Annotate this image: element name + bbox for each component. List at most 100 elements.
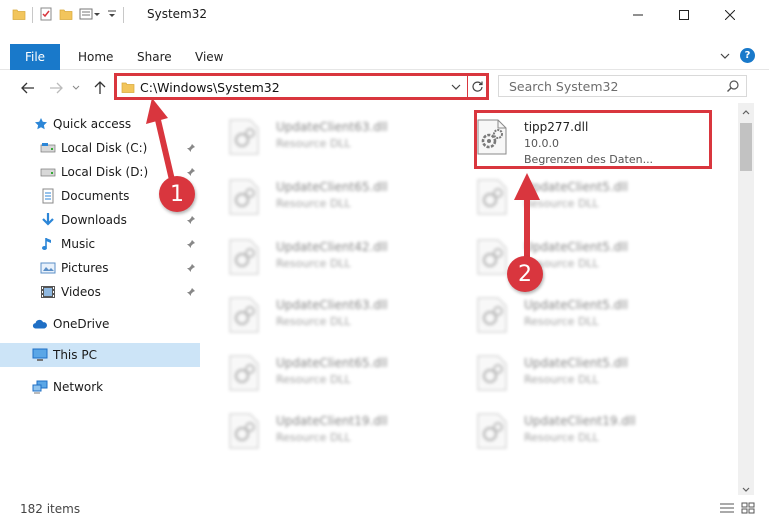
pin-icon[interactable] xyxy=(186,262,196,276)
file-highlight-box xyxy=(474,110,712,169)
file-type: Resource DLL xyxy=(276,137,351,150)
folder-icon xyxy=(12,7,26,24)
search-icon[interactable] xyxy=(726,79,740,96)
scroll-down-icon[interactable] xyxy=(741,485,751,495)
file-tile[interactable]: UpdateClient5.dll Resource DLL xyxy=(468,347,704,403)
documents-icon xyxy=(40,188,56,204)
file-tile[interactable]: UpdateClient63.dll Resource DLL xyxy=(220,111,456,167)
file-tile[interactable]: UpdateClient19.dll Resource DLL xyxy=(468,405,704,461)
file-type: Resource DLL xyxy=(276,257,351,270)
scroll-up-icon[interactable] xyxy=(741,107,751,117)
sidebar-item-label: This PC xyxy=(53,348,97,362)
network-icon xyxy=(32,379,48,395)
file-name: UpdateClient42.dll xyxy=(276,240,388,254)
pin-icon[interactable] xyxy=(186,214,196,228)
large-icons-view-icon[interactable] xyxy=(741,502,755,517)
dll-file-icon xyxy=(229,297,259,333)
file-tile[interactable]: UpdateClient5.dll Resource DLL xyxy=(468,231,704,287)
navigation-pane: Quick access Local Disk (C:) Local Disk … xyxy=(0,108,200,493)
pin-icon[interactable] xyxy=(186,142,196,156)
chevron-down-icon[interactable] xyxy=(451,81,461,95)
file-tile[interactable]: UpdateClient65.dll Resource DLL xyxy=(220,347,456,403)
sidebar-item-label: Local Disk (C:) xyxy=(61,141,148,155)
tab-home[interactable]: Home xyxy=(78,44,113,70)
file-tile[interactable]: UpdateClient19.dll Resource DLL xyxy=(220,405,456,461)
dll-file-icon xyxy=(477,179,507,215)
scrollbar-thumb[interactable] xyxy=(740,123,752,171)
toolbar-divider xyxy=(32,7,33,23)
up-button[interactable] xyxy=(90,78,110,98)
sidebar-item-label: Quick access xyxy=(53,117,132,131)
file-tile[interactable]: UpdateClient63.dll Resource DLL xyxy=(220,289,456,345)
step-badge-1: 1 xyxy=(159,176,195,212)
file-tile[interactable]: UpdateClient5.dll Resource DLL xyxy=(468,171,704,227)
status-bar: 182 items xyxy=(0,497,769,521)
file-type: Resource DLL xyxy=(524,373,599,386)
file-name: UpdateClient63.dll xyxy=(276,120,388,134)
sidebar-item-downloads[interactable]: Downloads xyxy=(0,208,200,232)
minimize-icon xyxy=(633,14,643,16)
dll-file-icon xyxy=(229,179,259,215)
file-tile[interactable]: UpdateClient42.dll Resource DLL xyxy=(220,231,456,287)
step-badge-2: 2 xyxy=(507,256,543,292)
sidebar-item-label: Videos xyxy=(61,285,101,299)
address-bar[interactable]: C:\Windows\System32 xyxy=(114,73,489,100)
music-icon xyxy=(40,236,56,252)
customize-toolbar-icon[interactable] xyxy=(79,7,101,24)
window-title: System32 xyxy=(147,7,208,21)
dll-file-icon xyxy=(229,239,259,275)
file-name: UpdateClient5.dll xyxy=(524,180,628,194)
sidebar-item-pictures[interactable]: Pictures xyxy=(0,256,200,280)
sidebar-item-music[interactable]: Music xyxy=(0,232,200,256)
file-explorer-window: System32 File Home Share View ? C:\Windo… xyxy=(0,0,769,529)
maximize-button[interactable] xyxy=(661,0,707,30)
dll-file-icon xyxy=(229,355,259,391)
search-input[interactable]: Search System32 xyxy=(498,75,747,97)
file-type: Resource DLL xyxy=(276,373,351,386)
address-path[interactable]: C:\Windows\System32 xyxy=(140,80,280,95)
sidebar-item-local-disk-c[interactable]: Local Disk (C:) xyxy=(0,136,200,160)
drive-icon xyxy=(40,140,56,156)
tab-file[interactable]: File xyxy=(10,44,60,70)
chevron-down-icon xyxy=(72,85,80,90)
file-name: UpdateClient5.dll xyxy=(524,240,628,254)
videos-icon xyxy=(40,284,56,300)
view-switcher xyxy=(719,502,755,517)
help-icon[interactable]: ? xyxy=(740,48,755,63)
tab-share[interactable]: Share xyxy=(137,44,172,70)
computer-icon xyxy=(32,347,48,363)
minimize-button[interactable] xyxy=(615,0,661,30)
close-button[interactable] xyxy=(707,0,753,30)
dll-file-icon xyxy=(229,413,259,449)
file-tile[interactable]: UpdateClient5.dll Resource DLL xyxy=(468,289,704,345)
ribbon-controls: ? xyxy=(720,48,755,63)
file-tile[interactable]: UpdateClient65.dll Resource DLL xyxy=(220,171,456,227)
refresh-icon[interactable] xyxy=(471,80,484,96)
sidebar-item-label: Network xyxy=(53,380,104,394)
sidebar-item-quick-access[interactable]: Quick access xyxy=(0,112,200,136)
sidebar-item-label: OneDrive xyxy=(53,317,110,331)
pin-icon[interactable] xyxy=(186,238,196,252)
forward-button[interactable] xyxy=(46,78,66,98)
sidebar-item-this-pc[interactable]: This PC xyxy=(0,343,200,367)
file-type: Resource DLL xyxy=(524,315,599,328)
pin-icon[interactable] xyxy=(186,286,196,300)
back-button[interactable] xyxy=(18,78,38,98)
details-view-icon[interactable] xyxy=(719,502,735,517)
search-placeholder: Search System32 xyxy=(509,79,619,94)
new-folder-icon[interactable] xyxy=(59,7,73,24)
pin-icon[interactable] xyxy=(186,166,196,180)
tab-view[interactable]: View xyxy=(195,44,223,70)
expand-ribbon-icon[interactable] xyxy=(720,49,730,63)
download-icon xyxy=(40,212,56,228)
vertical-scrollbar[interactable] xyxy=(738,103,754,495)
sidebar-item-network[interactable]: Network xyxy=(0,375,200,399)
chevron-down-icon[interactable] xyxy=(107,7,117,24)
sidebar-item-videos[interactable]: Videos xyxy=(0,280,200,304)
cloud-icon xyxy=(32,316,48,332)
recent-locations-button[interactable] xyxy=(70,78,82,98)
properties-icon[interactable] xyxy=(39,7,53,24)
file-type: Resource DLL xyxy=(276,431,351,444)
file-type: Resource DLL xyxy=(276,315,351,328)
sidebar-item-onedrive[interactable]: OneDrive xyxy=(0,312,200,336)
